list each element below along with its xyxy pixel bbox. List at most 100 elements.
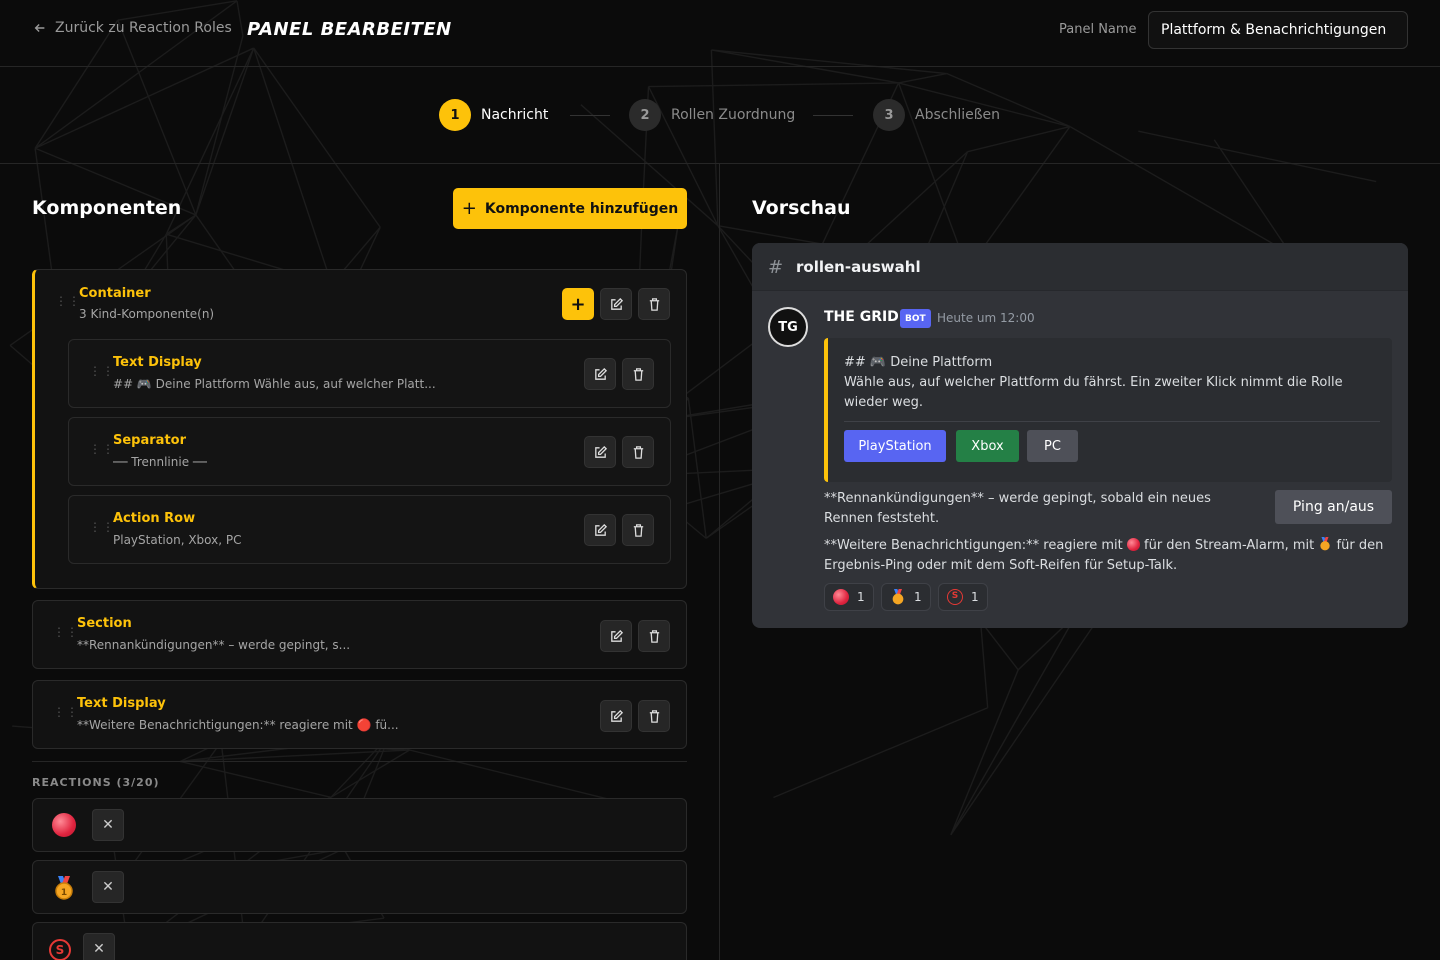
reaction-row: 1 ✕ xyxy=(32,860,687,914)
plus-icon: + xyxy=(570,293,586,315)
step-label: Nachricht xyxy=(481,107,549,123)
more-text-part-2: für den Stream-Alarm, mit xyxy=(1144,538,1315,553)
remove-reaction-button[interactable]: ✕ xyxy=(92,809,124,841)
container-embed: ## 🎮 Deine Plattform Wähle aus, auf welc… xyxy=(824,338,1392,482)
component-title: Action Row xyxy=(113,511,196,526)
step-label: Rollen Zuordnung xyxy=(671,107,796,123)
delete-button[interactable] xyxy=(638,288,670,320)
add-component-button[interactable]: + Komponente hinzufügen xyxy=(453,188,687,229)
playstation-button[interactable]: PlayStation xyxy=(844,430,946,462)
reaction-chip[interactable]: S 1 xyxy=(938,583,988,611)
reaction-chip[interactable]: 1 xyxy=(824,583,874,611)
step-message[interactable]: 1 Nachricht xyxy=(439,99,548,131)
component-subtitle: PlayStation, Xbox, PC xyxy=(113,533,242,547)
component-subtitle: **Weitere Benachrichtigungen:** reagiere… xyxy=(77,718,399,732)
reaction-row: ✕ xyxy=(32,798,687,852)
step-number: 2 xyxy=(629,99,661,131)
channel-hash-icon: # xyxy=(768,257,784,278)
component-title: Text Display xyxy=(113,355,202,370)
components-heading: Komponenten xyxy=(32,197,182,219)
remove-reaction-button[interactable]: ✕ xyxy=(83,933,115,960)
child-card-action-row[interactable]: ⋮⋮ Action Row PlayStation, Xbox, PC xyxy=(68,495,671,564)
step-number: 3 xyxy=(873,99,905,131)
edit-icon xyxy=(610,709,623,722)
channel-header: # rollen-auswahl xyxy=(752,243,1408,291)
step-connector xyxy=(570,115,610,116)
topbar: Zurück zu Reaction Roles PANEL BEARBEITE… xyxy=(0,0,1440,67)
step-role-assignment[interactable]: 2 Rollen Zuordnung xyxy=(629,99,795,131)
component-title: Separator xyxy=(113,433,186,448)
edit-button[interactable] xyxy=(600,620,632,652)
edit-icon xyxy=(594,523,607,536)
component-title: Container xyxy=(79,286,151,301)
remove-reaction-button[interactable]: ✕ xyxy=(92,871,124,903)
delete-button[interactable] xyxy=(638,620,670,652)
trash-icon xyxy=(649,297,659,311)
medal-icon xyxy=(1320,537,1331,551)
text-display-card[interactable]: ⋮⋮ Text Display **Weitere Benachrichtigu… xyxy=(32,680,687,749)
embed-heading: ## 🎮 Deine Plattform xyxy=(844,355,993,370)
panel-name-label: Panel Name xyxy=(1059,22,1137,37)
add-component-label: Komponente hinzufügen xyxy=(484,200,679,217)
panel-name-input[interactable] xyxy=(1148,11,1408,49)
svg-text:1: 1 xyxy=(61,888,67,898)
back-link[interactable]: Zurück zu Reaction Roles xyxy=(33,20,232,36)
avatar: TG xyxy=(768,307,808,347)
edit-button[interactable] xyxy=(600,700,632,732)
red-circle-icon xyxy=(1126,538,1140,551)
component-subtitle: ── Trennlinie ── xyxy=(113,455,208,469)
step-finish[interactable]: 3 Abschließen xyxy=(873,99,1000,131)
edit-button[interactable] xyxy=(584,514,616,546)
reaction-count: 1 xyxy=(971,590,979,604)
embed-separator xyxy=(844,421,1380,422)
xbox-button[interactable]: Xbox xyxy=(956,430,1019,462)
message-timestamp: Heute um 12:00 xyxy=(937,311,1035,325)
channel-name: rollen-auswahl xyxy=(796,258,921,276)
ping-toggle-button[interactable]: Ping an/aus xyxy=(1275,490,1392,524)
arrow-left-icon xyxy=(34,24,45,32)
trash-icon xyxy=(633,523,643,537)
step-number: 1 xyxy=(439,99,471,131)
trash-icon xyxy=(649,709,659,723)
delete-button[interactable] xyxy=(622,436,654,468)
soft-tyre-icon: S xyxy=(49,939,71,960)
drag-handle-icon[interactable]: ⋮⋮ xyxy=(89,365,115,377)
section-card[interactable]: ⋮⋮ Section **Rennankündigungen** – werde… xyxy=(32,600,687,669)
child-card-text-display[interactable]: ⋮⋮ Text Display ## 🎮 Deine Plattform Wäh… xyxy=(68,339,671,408)
discord-preview: # rollen-auswahl TG THE GRID BOT Heute u… xyxy=(752,243,1408,628)
red-circle-icon xyxy=(52,813,76,837)
drag-handle-icon[interactable]: ⋮⋮ xyxy=(53,706,79,718)
trash-icon xyxy=(633,367,643,381)
stepper: 1 Nachricht 2 Rollen Zuordnung 3 Abschli… xyxy=(0,67,1440,164)
page-title: PANEL BEARBEITEN xyxy=(247,19,452,40)
delete-button[interactable] xyxy=(622,358,654,390)
back-link-label: Zurück zu Reaction Roles xyxy=(55,20,232,36)
component-title: Section xyxy=(77,616,132,631)
reaction-row: S ✕ xyxy=(32,922,687,960)
delete-button[interactable] xyxy=(638,700,670,732)
step-connector xyxy=(813,115,853,116)
red-circle-icon xyxy=(833,589,849,605)
edit-button[interactable] xyxy=(600,288,632,320)
panel-divider xyxy=(719,164,720,960)
delete-button[interactable] xyxy=(622,514,654,546)
add-child-button[interactable]: + xyxy=(562,288,594,320)
more-notifications-text: **Weitere Benachrichtigungen:** reagiere… xyxy=(824,536,1384,576)
container-card[interactable]: ⋮⋮ Container 3 Kind-Komponente(n) + ⋮⋮ T… xyxy=(32,269,687,589)
drag-handle-icon[interactable]: ⋮⋮ xyxy=(55,295,81,307)
reaction-chip[interactable]: 1 xyxy=(881,583,931,611)
pc-button[interactable]: PC xyxy=(1027,430,1078,462)
drag-handle-icon[interactable]: ⋮⋮ xyxy=(89,521,115,533)
edit-button[interactable] xyxy=(584,436,616,468)
reaction-count: 1 xyxy=(857,590,865,604)
edit-button[interactable] xyxy=(584,358,616,390)
edit-icon xyxy=(594,445,607,458)
author-name: THE GRID xyxy=(824,309,899,325)
more-text-part-1: **Weitere Benachrichtigungen:** reagiere… xyxy=(824,538,1123,553)
edit-icon xyxy=(594,367,607,380)
drag-handle-icon[interactable]: ⋮⋮ xyxy=(53,626,79,638)
edit-icon xyxy=(610,297,623,310)
drag-handle-icon[interactable]: ⋮⋮ xyxy=(89,443,115,455)
child-card-separator[interactable]: ⋮⋮ Separator ── Trennlinie ── xyxy=(68,417,671,486)
app: Zurück zu Reaction Roles PANEL BEARBEITE… xyxy=(0,0,1440,960)
